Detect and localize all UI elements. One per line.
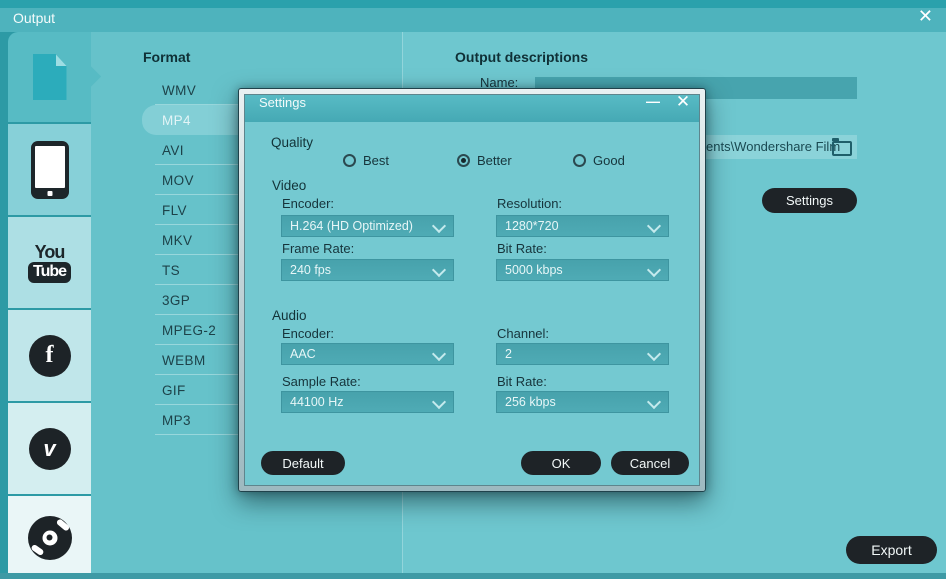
vimeo-icon: v	[28, 427, 71, 470]
radio-circle-best	[343, 153, 356, 167]
sidebar-item-local-format[interactable]	[8, 32, 102, 122]
settings-dialog: Settings — ✕ Quality Best Better Good Vi…	[238, 88, 706, 492]
folder-icon[interactable]	[832, 138, 852, 156]
cancel-button[interactable]: Cancel	[611, 451, 689, 475]
radio-circle-better-selected	[457, 153, 470, 167]
resolution-label: Resolution:	[497, 196, 563, 211]
sidebar-item-device[interactable]	[8, 124, 91, 215]
radio-best[interactable]: Best	[343, 151, 389, 169]
ok-button[interactable]: OK	[521, 451, 601, 475]
output-descriptions-header: Output descriptions	[455, 49, 588, 65]
window-title: Output	[13, 10, 56, 26]
dialog-close-icon[interactable]: ✕	[673, 92, 693, 112]
frame-rate-dropdown[interactable]: 240 fps	[281, 259, 454, 281]
audio-bit-rate-dropdown[interactable]: 256 kbps	[496, 391, 669, 413]
chevron-down-icon	[431, 394, 447, 410]
settings-dialog-title: Settings	[259, 95, 306, 110]
export-button[interactable]: Export	[846, 536, 937, 564]
quality-label: Quality	[271, 135, 314, 150]
window-titlebar: Output ✕	[0, 0, 946, 32]
video-section-label: Video	[272, 178, 307, 193]
chevron-down-icon	[646, 346, 662, 362]
chevron-down-icon	[431, 262, 447, 278]
chevron-down-icon	[646, 262, 662, 278]
facebook-icon: f	[28, 334, 71, 377]
sample-rate-label: Sample Rate:	[282, 374, 361, 389]
chevron-down-icon	[646, 218, 662, 234]
settings-dialog-titlebar	[245, 95, 699, 122]
dvd-icon	[27, 515, 72, 560]
radio-good[interactable]: Good	[573, 151, 625, 169]
sidebar-item-vimeo[interactable]: v	[8, 403, 91, 494]
sidebar: You Tube f v	[0, 32, 102, 579]
sidebar-item-youtube[interactable]: You Tube	[8, 217, 91, 308]
frame-rate-label: Frame Rate:	[282, 241, 355, 256]
sidebar-item-dvd[interactable]	[8, 496, 91, 579]
minimize-icon[interactable]: —	[643, 92, 663, 112]
audio-encoder-label: Encoder:	[282, 326, 335, 341]
sidebar-item-facebook[interactable]: f	[8, 310, 91, 401]
settings-button[interactable]: Settings	[762, 188, 857, 213]
output-path-value: ents\Wondershare Film	[706, 139, 841, 154]
chevron-down-icon	[431, 346, 447, 362]
output-window: Output ✕ You Tube f v Format WMV MP4 AVI…	[0, 0, 946, 579]
video-bit-rate-label: Bit Rate:	[497, 241, 547, 256]
chevron-down-icon	[431, 218, 447, 234]
radio-better[interactable]: Better	[457, 151, 512, 169]
document-icon	[32, 54, 67, 100]
audio-encoder-dropdown[interactable]: AAC	[281, 343, 454, 365]
audio-section-label: Audio	[272, 308, 307, 323]
window-bottom-edge	[0, 573, 946, 579]
audio-bit-rate-label: Bit Rate:	[497, 374, 547, 389]
resolution-dropdown[interactable]: 1280*720	[496, 215, 669, 237]
window-close-icon[interactable]: ✕	[918, 5, 933, 27]
radio-circle-good	[573, 153, 586, 167]
chevron-down-icon	[646, 394, 662, 410]
format-header: Format	[143, 49, 191, 65]
sample-rate-dropdown[interactable]: 44100 Hz	[281, 391, 454, 413]
video-encoder-dropdown[interactable]: H.264 (HD Optimized)	[281, 215, 454, 237]
channel-dropdown[interactable]: 2	[496, 343, 669, 365]
youtube-icon: You Tube	[27, 243, 72, 283]
phone-icon	[30, 140, 69, 199]
channel-label: Channel:	[497, 326, 550, 341]
video-encoder-label: Encoder:	[282, 196, 335, 211]
video-bit-rate-dropdown[interactable]: 5000 kbps	[496, 259, 669, 281]
default-button[interactable]: Default	[261, 451, 345, 475]
